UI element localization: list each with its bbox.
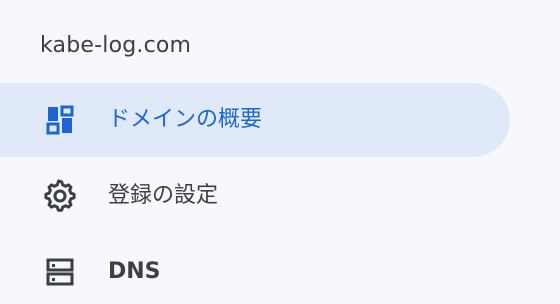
- domain-name-title: kabe-log.com: [40, 33, 192, 58]
- sidebar-item-label: ドメインの概要: [108, 107, 263, 132]
- dns-icon: [40, 252, 80, 292]
- domain-navigation: ドメインの概要 登録の設定 DNS: [0, 83, 560, 304]
- gear-icon: [40, 176, 80, 216]
- sidebar-item-label: 登録の設定: [108, 183, 219, 208]
- sidebar-item-label: DNS: [108, 259, 161, 284]
- domain-sidebar: kabe-log.com ドメインの概要 登録の設定 DNS: [0, 0, 560, 304]
- sidebar-item-registration-settings[interactable]: 登録の設定: [0, 159, 560, 233]
- dashboard-icon: [40, 100, 80, 140]
- sidebar-item-domain-overview[interactable]: ドメインの概要: [0, 83, 510, 157]
- sidebar-item-dns[interactable]: DNS: [0, 235, 560, 304]
